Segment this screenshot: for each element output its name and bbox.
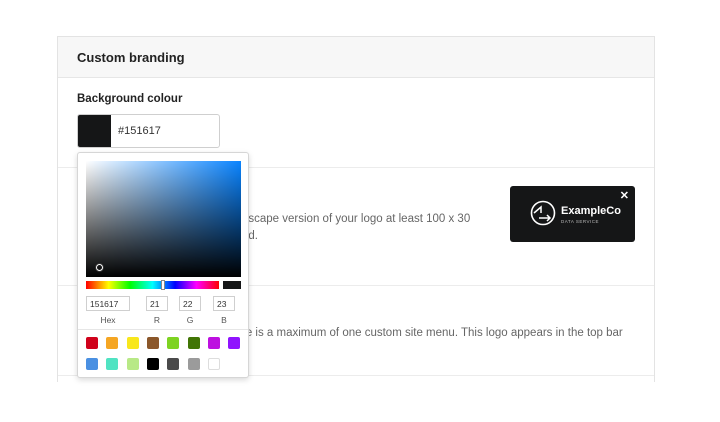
logo-company-name: ExampleCo (561, 205, 621, 217)
blue-input[interactable]: 23 (213, 296, 235, 311)
preset-colour-swatch[interactable] (86, 337, 98, 349)
current-colour-preview (223, 281, 241, 289)
preset-colour-swatch[interactable] (106, 337, 119, 349)
preset-colour-swatch[interactable] (86, 358, 98, 370)
preset-colour-swatch[interactable] (187, 358, 200, 370)
preset-colour-swatch[interactable] (207, 337, 220, 349)
picker-divider (78, 329, 248, 330)
red-label: R (153, 315, 161, 325)
hue-slider-handle[interactable] (161, 280, 165, 290)
colour-hex-value[interactable]: #151617 (118, 125, 161, 137)
saturation-value-area[interactable] (86, 161, 241, 277)
colour-picker-popover: 151617 21 22 23 Hex R G B (77, 152, 249, 378)
preset-colour-swatch[interactable] (207, 358, 220, 370)
hue-slider[interactable] (86, 280, 219, 290)
panel-title: Custom branding (77, 50, 185, 65)
logo-mark-icon (530, 200, 556, 226)
saturation-value-handle[interactable] (96, 264, 103, 271)
logo-tagline: DATA SERVICE (561, 219, 600, 224)
menu-description-line-1: re is a maximum of one custom site menu.… (242, 327, 623, 339)
blue-label: B (221, 315, 227, 325)
preset-colour-swatch[interactable] (126, 337, 139, 349)
panel-header: Custom branding (58, 37, 654, 78)
logo-preview: ExampleCo DATA SERVICE ✕ (510, 186, 635, 242)
preset-colour-swatch[interactable] (146, 337, 159, 349)
green-input[interactable]: 22 (179, 296, 201, 311)
background-colour-input[interactable]: #151617 (77, 114, 220, 148)
remove-logo-close-icon[interactable]: ✕ (620, 189, 629, 202)
red-input[interactable]: 21 (146, 296, 168, 311)
preset-colour-swatch[interactable] (167, 337, 180, 349)
hex-input[interactable]: 151617 (86, 296, 130, 311)
preset-colour-swatch[interactable] (126, 358, 139, 370)
preset-colour-swatch[interactable] (187, 337, 200, 349)
preset-colour-swatch[interactable] (106, 358, 119, 370)
hex-label: Hex (100, 315, 116, 325)
background-colour-label: Background colour (77, 93, 183, 105)
colour-swatch-preview[interactable] (78, 115, 111, 147)
preset-colour-swatch[interactable] (228, 337, 241, 349)
logo-description-line-1: dscape version of your logo at least 100… (242, 213, 471, 225)
preset-colour-swatch[interactable] (167, 358, 180, 370)
preset-colour-swatch[interactable] (146, 358, 159, 370)
green-label: G (186, 315, 194, 325)
